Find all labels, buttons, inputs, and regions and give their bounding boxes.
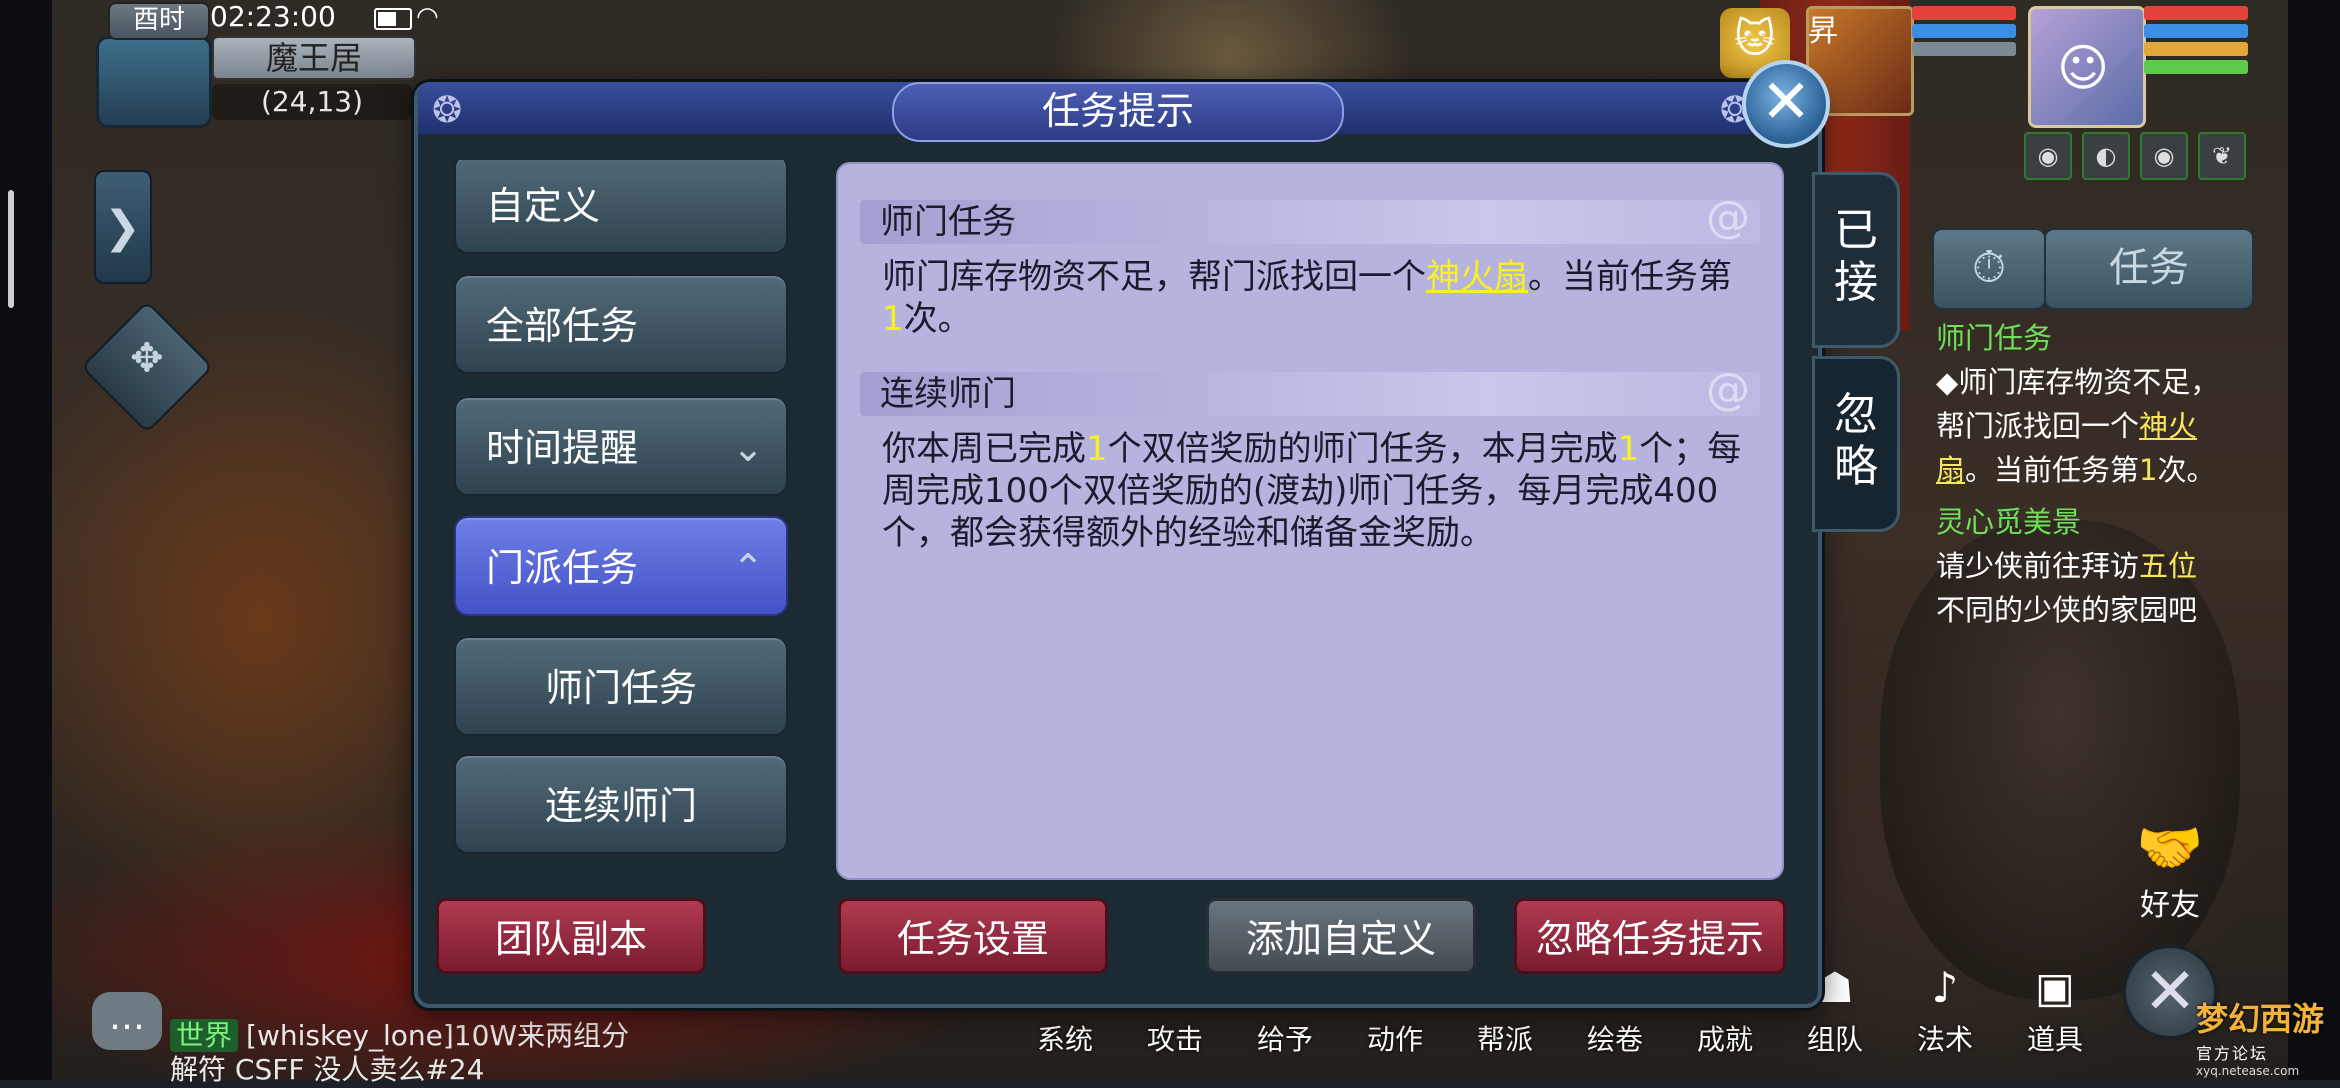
swirl-ornament-icon: @ [1706,192,1750,243]
ally-tag: 昇 [1808,14,1838,49]
swirl-ornament-icon: @ [1706,364,1750,415]
category-all-tasks[interactable]: 全部任务 [454,274,788,374]
stopwatch-icon: ⏱ [1971,242,2007,293]
category-list: 自定义 全部任务 时间提醒 ⌄ 门派任务 ⌃ 师门任务 连续师门 [454,160,790,856]
section-title: 连续师门 @ [860,368,1760,416]
ignore-hint-button[interactable]: 忽略任务提示 [1514,898,1786,974]
tracker-task2-title: 灵心觅美景 [1936,505,2082,539]
cloud-ornament-icon: ❂ [432,90,463,131]
team-dungeon-button[interactable]: 团队副本 [436,898,706,974]
tracker-task1-title: 师门任务 [1936,321,2053,355]
buff-icon[interactable]: ◐ [2082,132,2130,180]
clock-time: 02:23:00 [210,0,336,33]
chevron-up-icon: ⌃ [732,546,764,590]
expand-side-button[interactable]: ❯ [94,170,152,284]
subcategory-master-task[interactable]: 师门任务 [454,636,788,736]
battery-icon [374,8,412,30]
category-time-reminder[interactable]: 时间提醒 ⌄ [454,396,788,496]
ally-bars [1912,6,2016,60]
handshake-icon: 🤝 [2136,816,2204,879]
chat-bubble-icon: … [109,997,145,1038]
task-tracker[interactable]: 师门任务 ◆师门库存物资不足，帮门派找回一个神火扇。当前任务第1次。 灵心觅美景… [1936,316,2236,632]
player-face-icon: ☺ [2057,39,2110,97]
player-mp-bar [2144,24,2248,38]
tracker-task2-desc[interactable]: 请少侠前往拜访五位 不同的少侠的家园吧 [1936,544,2236,632]
item-link[interactable]: 神火扇 [1426,257,1528,297]
tracker-task1-desc[interactable]: ◆师门库存物资不足，帮门派找回一个神火扇。当前任务第1次。 [1936,360,2236,492]
add-custom-button[interactable]: 添加自定义 [1206,898,1476,974]
pet-face-icon: 🐱 [1734,16,1776,62]
bell-icon: ♪ [1931,963,1959,1012]
ally-hp-bar [1912,6,2016,20]
player-hp-bar [2144,6,2248,20]
section-text: 你本周已完成1个双倍奖励的师门任务，本月完成1个；每周完成100个双倍奖励的(渡… [882,429,1742,553]
chat-message-cont: 解符 CSFF 没人卖么#24 [170,1053,485,1086]
location-name[interactable]: 魔王居 [212,36,416,80]
subcategory-continuous-master[interactable]: 连续师门 [454,754,788,854]
player-bars [2144,6,2248,78]
dialog-close-button[interactable]: ✕ [1742,60,1830,148]
dock-items[interactable]: ▣ 道具 [2000,958,2110,1058]
ally-sp-bar [1912,42,2016,56]
player-sp-bar [2144,42,2248,56]
player-avatar[interactable]: ☺ [2028,6,2146,128]
section-title: 师门任务 @ [860,196,1760,244]
task-settings-button[interactable]: 任务设置 [838,898,1108,974]
buff-icon[interactable]: ◉ [2140,132,2188,180]
chevron-down-icon: ⌄ [732,426,764,470]
wifi-icon: ◠ [416,2,439,32]
friends-label: 好友 [2140,888,2200,923]
task-tracker-button[interactable]: 任务 [2044,228,2254,310]
tab-accepted[interactable]: 已接 [1812,172,1900,348]
friends-button[interactable]: 🤝 好友 [2124,816,2216,923]
player-exp-bar [2144,60,2248,74]
left-letterbox [0,0,52,1080]
tab-ignore[interactable]: 忽略 [1812,356,1900,532]
ally-mp-bar [1912,24,2016,38]
dialog-title: 任务提示 [892,82,1344,142]
expand-arrows-icon: ✥ [130,335,164,382]
game-time-tag: 酉时 [108,2,210,40]
chat-button[interactable]: … [92,992,162,1050]
chest-icon: ▣ [2035,963,2075,1012]
right-letterbox [2288,0,2340,1080]
minimap-button[interactable] [96,36,212,128]
category-sect-tasks[interactable]: 门派任务 ⌃ [454,516,788,616]
close-icon: ✕ [1760,67,1812,137]
location-coords: (24,13) [212,84,412,120]
category-custom[interactable]: 自定义 [454,160,788,254]
close-icon: ✕ [2143,955,2197,1029]
system-edge-handle[interactable] [8,190,14,308]
buff-icon[interactable]: ❦ [2198,132,2246,180]
game-logo: 梦幻西游 官方论坛 xyq.netease.com [2196,1000,2325,1078]
section-text: 师门库存物资不足，帮门派找回一个神火扇。当前任务第1次。 [882,257,1732,339]
buff-icon[interactable]: ◉ [2024,132,2072,180]
buff-row: ◉ ◐ ◉ ❦ [2024,132,2246,180]
dock-spell[interactable]: ♪ 法术 [1890,958,2000,1058]
chevron-right-icon: ❯ [104,202,141,253]
timer-button[interactable]: ⏱ [1932,228,2046,310]
